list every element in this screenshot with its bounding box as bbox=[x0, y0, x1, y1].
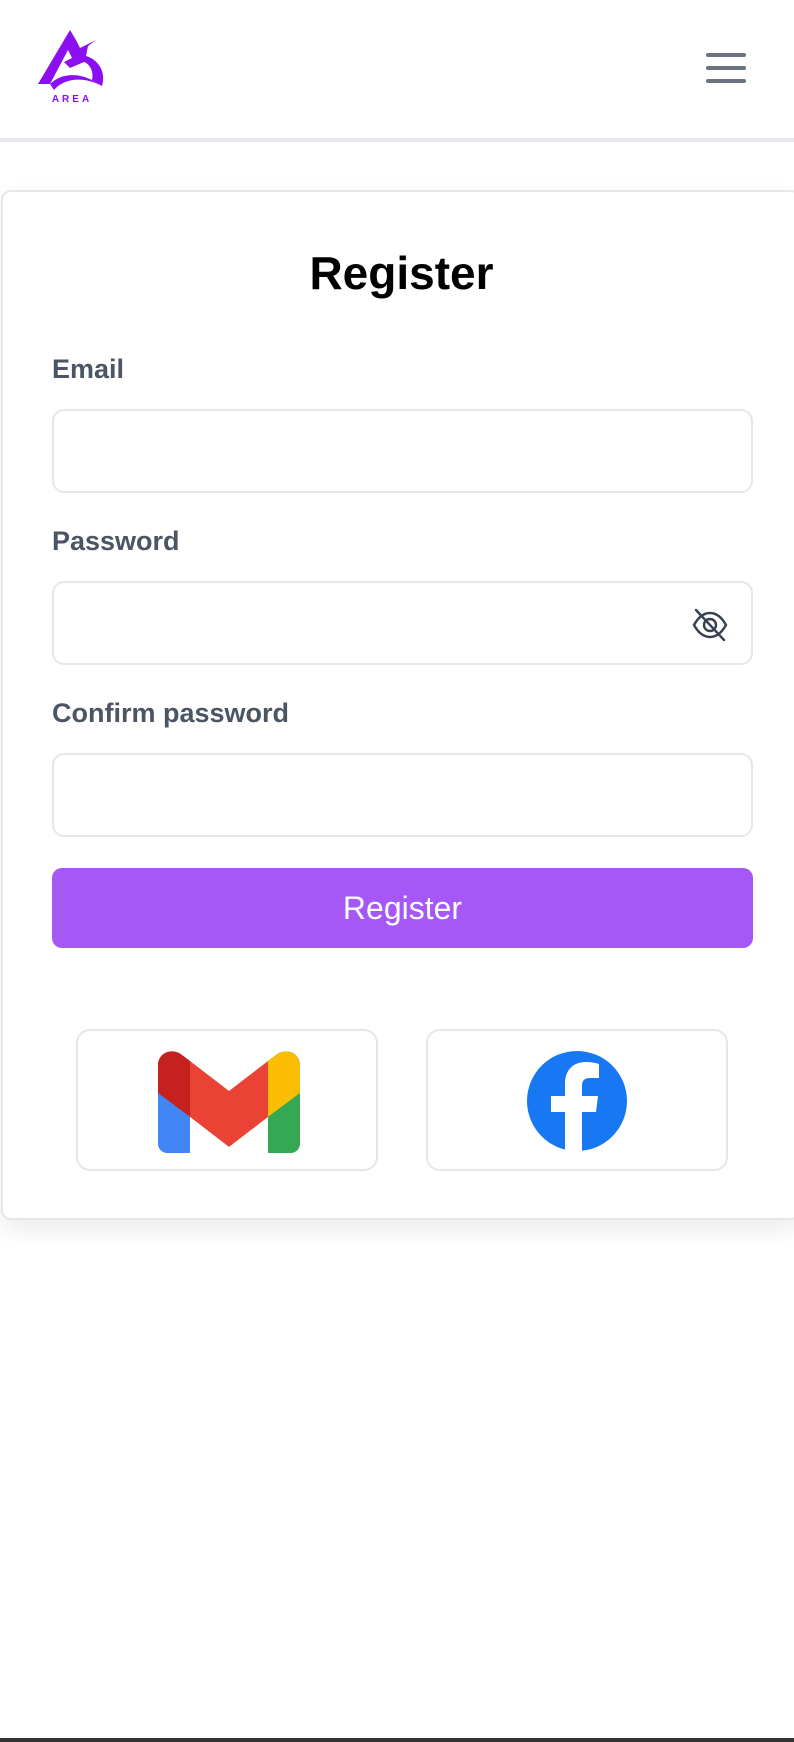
gmail-login-button[interactable] bbox=[76, 1029, 378, 1171]
confirm-password-label: Confirm password bbox=[52, 698, 290, 728]
password-visibility-toggle[interactable] bbox=[691, 607, 729, 643]
password-field-wrapper bbox=[52, 581, 753, 665]
hamburger-menu-icon bbox=[706, 53, 746, 83]
confirm-password-field-wrapper bbox=[52, 753, 753, 837]
bottom-edge-divider bbox=[0, 1738, 794, 1742]
email-label: Email bbox=[52, 354, 125, 384]
top-navbar: AREA bbox=[0, 0, 794, 142]
gmail-icon bbox=[158, 1051, 300, 1153]
hamburger-menu-button[interactable] bbox=[704, 48, 748, 88]
register-card: Register Email Password Confirm password… bbox=[1, 190, 794, 1220]
area-logo[interactable]: AREA bbox=[36, 28, 108, 110]
area-logo-icon bbox=[38, 30, 104, 90]
page-title: Register bbox=[309, 247, 494, 299]
logo-text: AREA bbox=[51, 94, 93, 105]
password-input[interactable] bbox=[54, 583, 751, 663]
facebook-login-button[interactable] bbox=[426, 1029, 728, 1171]
eye-off-icon bbox=[692, 608, 728, 642]
confirm-password-input[interactable] bbox=[54, 755, 751, 835]
facebook-icon bbox=[527, 1051, 627, 1152]
register-button[interactable]: Register bbox=[52, 868, 753, 948]
email-field-wrapper bbox=[52, 409, 753, 493]
password-label: Password bbox=[52, 526, 180, 556]
email-input[interactable] bbox=[54, 411, 751, 491]
